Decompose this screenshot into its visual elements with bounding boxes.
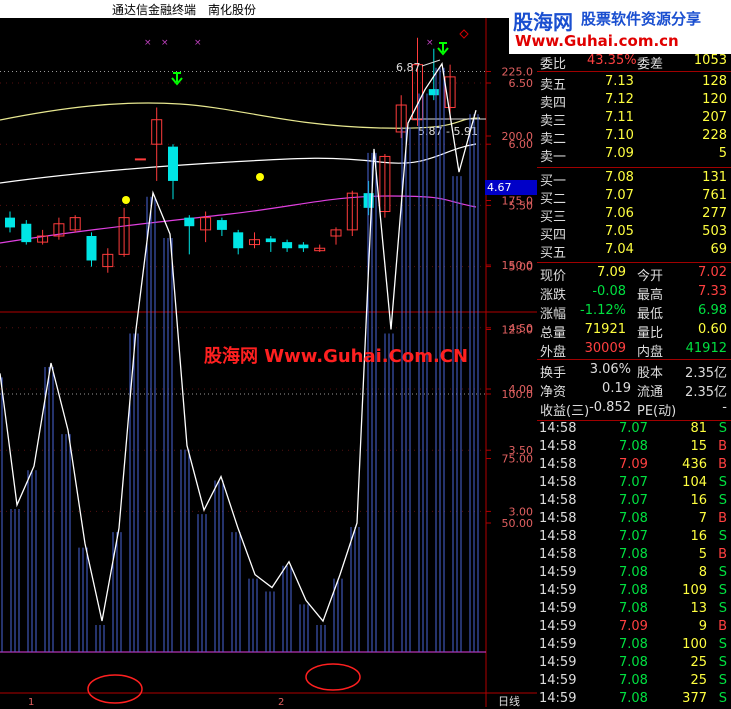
panel-divider bbox=[537, 359, 731, 360]
tick-row: 14:58 7.07 16 S bbox=[539, 529, 727, 544]
panel-divider bbox=[537, 262, 731, 263]
candle-body-down bbox=[184, 217, 195, 227]
logo-url: Www.Guhai.com.cn bbox=[515, 32, 679, 50]
current-price-tag: 4.67 bbox=[485, 180, 537, 195]
indicator-axis-label: 125.0 bbox=[502, 324, 534, 337]
tick-row: 14:59 7.08 25 S bbox=[539, 655, 727, 670]
stat2-row: 收益(三) -0.852 PE(动) - bbox=[540, 400, 727, 419]
candle-body-down bbox=[298, 244, 309, 249]
watermark-text: 股海网 Www.Guhai.Com.CN bbox=[204, 346, 469, 367]
tick-row: 14:59 7.08 100 S bbox=[539, 637, 727, 652]
candle-body-down bbox=[265, 238, 276, 243]
indicator-axis-label: 200.0 bbox=[502, 130, 534, 143]
price-axis-label: 6.50 bbox=[509, 77, 534, 90]
cross-mark: × bbox=[161, 38, 169, 48]
candle-body-up bbox=[134, 158, 146, 161]
date-mark: 1 bbox=[28, 697, 34, 707]
buy-level-row: 买二 7.07 761 bbox=[540, 188, 727, 207]
candle-body-down bbox=[216, 220, 227, 230]
indicator-axis-label: 225.0 bbox=[502, 66, 534, 79]
candle-body-down bbox=[428, 89, 439, 96]
panel-divider bbox=[537, 167, 731, 168]
diamond-icon bbox=[459, 29, 469, 39]
tick-row: 14:59 7.08 377 S bbox=[539, 691, 727, 706]
sell-level-row: 卖一 7.09 5 bbox=[540, 146, 727, 165]
buy-arrow-icon bbox=[171, 72, 183, 86]
stat-row: 总量 71921 量比 0.60 bbox=[540, 322, 727, 341]
stat2-row: 净资 0.19 流通 2.35亿 bbox=[540, 381, 727, 400]
signal-dot bbox=[256, 173, 264, 181]
tick-row: 14:59 7.08 8 S bbox=[539, 565, 727, 580]
tick-row: 14:58 7.09 436 B bbox=[539, 457, 727, 472]
indicator-axis-label: 100.0 bbox=[502, 388, 534, 401]
date-mark: 2 bbox=[278, 697, 284, 707]
tick-row: 14:59 7.08 25 S bbox=[539, 673, 727, 688]
stat-row: 涨幅 -1.12% 最低 6.98 bbox=[540, 303, 727, 322]
sell-level-row: 卖四 7.12 120 bbox=[540, 92, 727, 111]
candle-body-down bbox=[5, 217, 15, 228]
tick-row: 14:58 7.07 16 S bbox=[539, 493, 727, 508]
panel-divider bbox=[537, 71, 731, 72]
buy-level-row: 买一 7.08 131 bbox=[540, 170, 727, 189]
tick-row: 14:58 7.08 5 B bbox=[539, 547, 727, 562]
buy-level-row: 买五 7.04 69 bbox=[540, 242, 727, 261]
stat-row: 外盘 30009 内盘 41912 bbox=[540, 341, 727, 360]
tick-row: 14:59 7.08 13 S bbox=[539, 601, 727, 616]
indicator-axis-label: 75.00 bbox=[502, 453, 534, 466]
wei-bi-row: 委比 43.35% 委差 1053 bbox=[540, 53, 727, 72]
candle-body-down bbox=[168, 146, 178, 181]
indicator-axis-label: 175.0 bbox=[502, 195, 534, 208]
stat-row: 涨跌 -0.08 最高 7.33 bbox=[540, 284, 727, 303]
tick-row: 14:59 7.08 109 S bbox=[539, 583, 727, 598]
cross-mark: × bbox=[194, 38, 202, 48]
indicator-axis-label: 50.00 bbox=[502, 517, 534, 530]
high-pointer bbox=[421, 59, 441, 67]
buy-level-row: 买四 7.05 503 bbox=[540, 224, 727, 243]
tick-row: 14:58 7.08 15 B bbox=[539, 439, 727, 454]
stock-name: 南化股份 bbox=[208, 3, 257, 17]
signal-dot bbox=[122, 196, 130, 204]
tick-row: 14:59 7.09 9 B bbox=[539, 619, 727, 634]
buy-arrow-icon bbox=[437, 42, 449, 56]
bottom-marker-circle bbox=[87, 674, 143, 704]
app-title: 通达信金融终端 bbox=[112, 3, 197, 17]
buy-level-row: 买三 7.06 277 bbox=[540, 206, 727, 225]
quote-panel: 委比 43.35% 委差 1053 卖五 7.13 128 卖四 7.12 120 卖三 7.11 20… bbox=[537, 53, 731, 707]
period-label: 日线 bbox=[498, 694, 520, 707]
title-bar: 通达信金融终端 南化股份 bbox=[0, 0, 509, 18]
tick-row: 14:58 7.08 7 B bbox=[539, 511, 727, 526]
stat-row: 现价 7.09 今开 7.02 bbox=[540, 265, 727, 284]
sell-level-row: 卖五 7.13 128 bbox=[540, 74, 727, 93]
tick-row: 14:58 7.07 81 S bbox=[539, 421, 727, 436]
sell-level-row: 卖三 7.11 207 bbox=[540, 110, 727, 129]
candle-body-down bbox=[282, 242, 293, 249]
stat2-row: 换手 3.06% 股本 2.35亿 bbox=[540, 362, 727, 381]
candle-body-down bbox=[21, 223, 32, 243]
high-label: 6.87 bbox=[396, 61, 421, 74]
candle-body-down bbox=[86, 236, 97, 261]
candle-body-down bbox=[233, 232, 244, 249]
cross-mark: × bbox=[426, 38, 434, 48]
sell-level-row: 卖二 7.10 228 bbox=[540, 128, 727, 147]
site-logo: 股海网 股票软件资源分享 Www.Guhai.com.cn bbox=[509, 0, 731, 54]
bottom-marker-circle bbox=[305, 663, 361, 691]
logo-brand: 股海网 bbox=[513, 10, 573, 34]
tick-row: 14:58 7.07 104 S bbox=[539, 475, 727, 490]
cross-mark: × bbox=[144, 38, 152, 48]
indicator-axis-label: 150.0 bbox=[502, 259, 534, 272]
logo-slogan: 股票软件资源分享 bbox=[581, 10, 702, 28]
